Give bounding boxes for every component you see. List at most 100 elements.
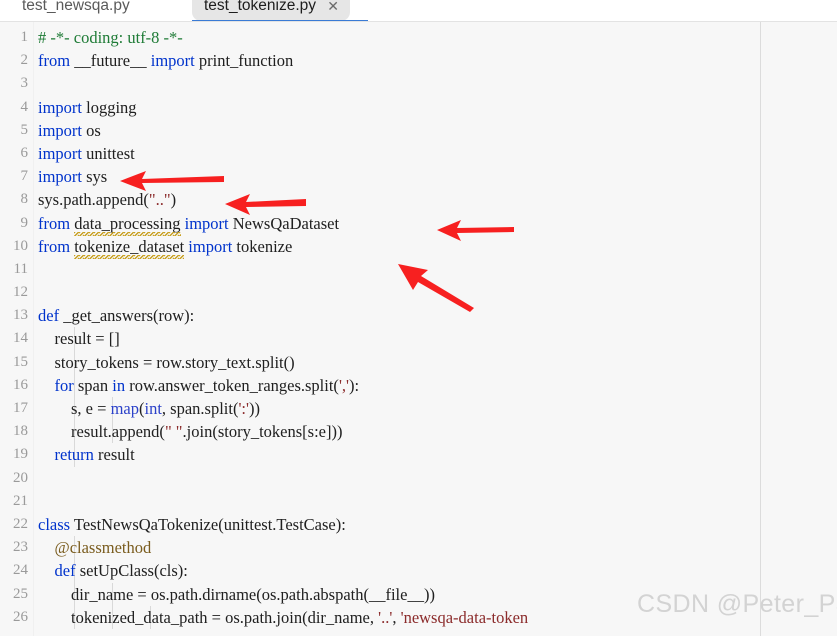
code-line: 23 @classmethod (0, 536, 837, 560)
code-token: ): (349, 375, 360, 395)
code-token: ',' (338, 375, 350, 395)
line-content: import sys (38, 165, 107, 188)
code-lines: 1 # -*- coding: utf-8 -*- 2 from __future__… (0, 26, 837, 629)
code-token: row.answer_token_ranges.split( (125, 375, 339, 395)
tab-test-newsqa[interactable]: test_newsqa.py (10, 0, 142, 21)
line-content: story_tokens = row.story_text.split() (38, 351, 295, 374)
code-token: import (38, 143, 82, 163)
line-number: 18 (13, 423, 28, 440)
code-token: , (392, 607, 401, 627)
line-number: 13 (13, 307, 28, 324)
code-line: 22 class TestNewsQaTokenize(unittest.Test… (0, 513, 837, 536)
line-number: 11 (13, 260, 28, 277)
watermark-text: CSDN @Peter_Pang (637, 590, 837, 618)
code-token: dir_name = os.path.dirname(os.path.abspa… (38, 584, 435, 604)
code-token: map (110, 399, 139, 418)
line-content: s, e = map(int, span.split(':')) (38, 397, 260, 420)
code-token: from (38, 236, 71, 256)
line-number: 7 (20, 168, 29, 185)
code-token: in (112, 375, 126, 395)
close-x-icon[interactable]: ✕ (327, 0, 339, 21)
line-number: 15 (13, 353, 28, 370)
code-line: 13 def _get_answers(row): (0, 304, 837, 327)
code-line: 12 (0, 281, 837, 304)
line-content: return result (38, 443, 135, 466)
line-number: 4 (20, 98, 29, 115)
code-token: span (73, 375, 113, 395)
code-token: ) (170, 190, 177, 210)
code-token: _get_answers(row): (59, 306, 195, 326)
line-number: 20 (13, 469, 28, 486)
code-token: class (38, 514, 71, 534)
code-token: 'newsqa-data-token (400, 607, 529, 627)
code-token: tokenize (232, 236, 293, 256)
code-line: 7 import sys (0, 165, 837, 188)
code-token: sys (82, 167, 108, 187)
line-content: def _get_answers(row): (38, 304, 194, 327)
code-token: __future__ (70, 51, 151, 71)
code-line: 19 return result (0, 443, 837, 467)
line-content: import unittest (38, 142, 135, 165)
code-token: unittest (82, 143, 135, 163)
code-token: from (38, 213, 71, 233)
code-token: import (184, 213, 229, 233)
code-line: 18 result.append(" ".join(story_tokens[s… (0, 420, 837, 444)
line-content: import logging (38, 96, 137, 119)
unresolved-module-token: tokenize_dataset (74, 235, 184, 260)
tab-label: test_tokenize.py (204, 0, 317, 14)
code-token: def (38, 306, 60, 326)
code-line: 14 result = [] (0, 327, 837, 351)
line-number: 9 (20, 214, 29, 231)
code-token: , span.split( (161, 399, 239, 418)
line-content: # -*- coding: utf-8 -*- (38, 26, 183, 49)
tab-test-tokenize[interactable]: test_tokenize.py ✕ (192, 0, 351, 21)
editor-body[interactable]: 1 # -*- coding: utf-8 -*- 2 from __future__… (0, 22, 837, 636)
code-editor-window: test_newsqa.py test_tokenize.py ✕ 1 # -*-… (0, 0, 837, 636)
code-token: @classmethod (54, 538, 152, 558)
code-line: 15 story_tokens = row.story_text.split() (0, 350, 837, 374)
line-number: 16 (13, 376, 28, 393)
line-content: import os (38, 119, 101, 142)
code-line: 16 for span in row.answer_token_ranges.s… (0, 373, 837, 397)
tab-label: test_newsqa.py (22, 0, 130, 14)
code-token: )) (248, 399, 260, 418)
code-token: for (54, 375, 74, 395)
code-token: return (54, 445, 94, 465)
code-token: " " (164, 422, 183, 442)
code-token: ':' (238, 399, 249, 418)
code-line: 24 def setUpClass(cls): (0, 559, 837, 583)
code-token: def (54, 561, 76, 581)
line-number: 12 (13, 284, 28, 301)
code-token: from (38, 51, 71, 71)
code-line: 9 from data_processing import NewsQaDatas… (0, 212, 837, 236)
code-token: import (188, 236, 233, 256)
code-token: '..' (378, 607, 393, 627)
line-number: 19 (13, 446, 28, 463)
code-token: NewsQaDataset (228, 213, 340, 233)
line-number: 8 (20, 191, 29, 208)
line-number: 1 (20, 29, 29, 45)
code-token: logging (82, 97, 137, 117)
code-line: 8 sys.path.append("..") (0, 188, 837, 211)
code-token: TestNewsQaTokenize(unittest.TestCase): (70, 514, 346, 534)
code-token: result.append( (38, 422, 165, 442)
line-content: from __future__ import print_function (38, 49, 293, 72)
code-token: story_tokens = row.story_text.split() (38, 352, 295, 372)
code-token: import (38, 167, 82, 187)
code-line: 5 import os (0, 119, 837, 142)
code-line: 1 # -*- coding: utf-8 -*- (0, 26, 837, 49)
line-content: class TestNewsQaTokenize(unittest.TestCa… (38, 513, 346, 536)
line-number: 3 (20, 75, 29, 92)
line-content: def setUpClass(cls): (38, 559, 188, 582)
line-content: result = [] (38, 327, 120, 350)
code-token: # -*- coding: utf-8 -*- (38, 28, 183, 47)
code-token: os (82, 120, 101, 140)
code-token: setUpClass(cls): (75, 561, 188, 581)
line-number: 17 (13, 400, 28, 416)
line-number: 10 (13, 237, 28, 254)
line-content: sys.path.append("..") (38, 188, 176, 211)
editor-tab-bar: test_newsqa.py test_tokenize.py ✕ (0, 0, 837, 22)
